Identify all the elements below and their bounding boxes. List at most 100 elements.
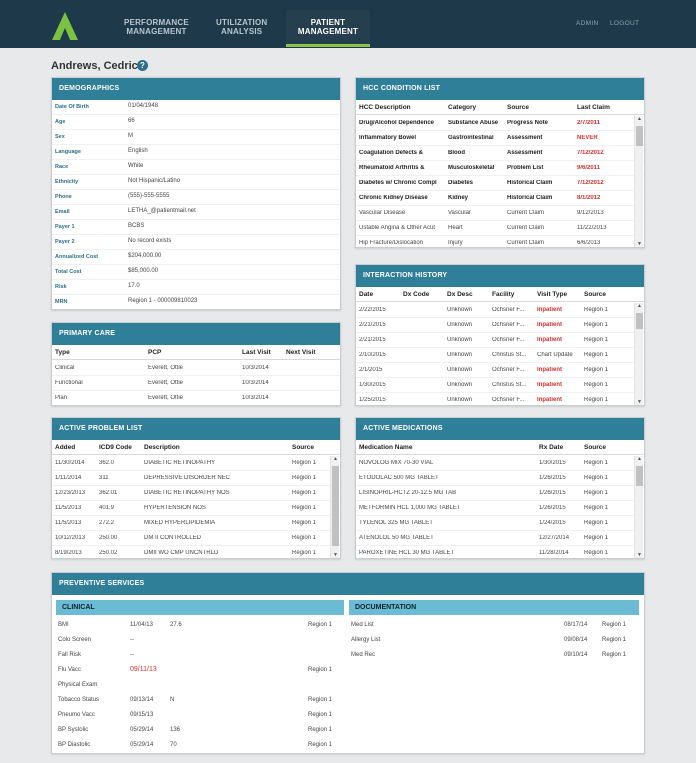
table-row[interactable]: 2/22/2015 Unknown Ochsner F... Inpatient Reg… bbox=[356, 303, 644, 318]
column-header[interactable]: Added bbox=[55, 444, 99, 451]
nav-utilization-analysis[interactable]: UTILIZATION ANALYSIS bbox=[216, 18, 267, 36]
column-header[interactable]: Medication Name bbox=[359, 444, 529, 451]
column-header[interactable]: Description bbox=[144, 444, 284, 451]
table-row[interactable]: 2/21/2015 Unknown Ochsner F... Inpatient Reg… bbox=[356, 318, 644, 333]
documentation-row[interactable]: Med Rec 09/10/14 Region 1 bbox=[52, 648, 644, 663]
scrollbar-thumb[interactable] bbox=[636, 466, 643, 486]
primary-care-panel: PRIMARY CARE Type PCP Last Visit Next Visit… bbox=[51, 322, 341, 406]
table-row[interactable]: Rheumatoid Arthritis & Musculoskeletal Pro… bbox=[356, 161, 644, 176]
column-header[interactable]: Type bbox=[55, 349, 145, 356]
table-row[interactable]: Chronic Kidney Disease Kidney Historical C… bbox=[356, 191, 644, 206]
table-row[interactable]: 1/25/2015 Unknown Ochsner F... Inpatient Reg… bbox=[356, 393, 644, 405]
field-value: LETHA_@patientmail.net bbox=[128, 208, 196, 214]
scrollbar-thumb[interactable] bbox=[636, 313, 643, 329]
preventive-row[interactable]: Physical Exam bbox=[52, 678, 348, 693]
preventive-row[interactable]: BP Diastolic 05/29/14 70 Region 1 bbox=[52, 738, 348, 753]
hcc-scrollbar[interactable]: ▲ ▼ bbox=[634, 116, 643, 247]
scroll-up-icon[interactable]: ▲ bbox=[635, 303, 644, 309]
demographics-row: Payer 1 BCBS bbox=[52, 220, 340, 235]
table-row[interactable]: Ustable Angina & Other Acut Heart Current … bbox=[356, 221, 644, 236]
table-row[interactable]: Hip Fracture/Dislocation Injury Current Cl… bbox=[356, 236, 644, 247]
admin-link[interactable]: ADMIN bbox=[576, 20, 598, 27]
column-header[interactable]: Next Visit bbox=[286, 349, 336, 356]
table-row[interactable]: 12/23/2013 362.01 DIABETIC RETINOPATHY NOS… bbox=[52, 486, 340, 501]
preventive-row[interactable]: Flu Vacc 09/11/13 Region 1 bbox=[52, 663, 348, 678]
table-row[interactable]: 2/1/2015 Unknown Ochsner F... Inpatient Regi… bbox=[356, 363, 644, 378]
table-row[interactable]: 10/12/2013 250.00 DM II CONTROLLED Region 1 bbox=[52, 531, 340, 546]
problem-list-scrollbar[interactable]: ▲ ▼ bbox=[330, 456, 339, 558]
table-cell: 250.02 bbox=[99, 550, 118, 556]
column-header[interactable]: Source bbox=[292, 444, 328, 451]
scroll-up-icon[interactable]: ▲ bbox=[635, 456, 644, 462]
column-header[interactable]: Category bbox=[448, 104, 506, 111]
scroll-down-icon[interactable]: ▼ bbox=[635, 241, 644, 247]
column-header[interactable]: Dx Code bbox=[403, 291, 447, 298]
help-icon[interactable]: ? bbox=[137, 60, 148, 71]
table-row[interactable]: LISINOPRIL-HCTZ 20-12.5 MG TAB 1/26/2015 R… bbox=[356, 486, 644, 501]
column-header[interactable]: HCC Description bbox=[359, 104, 445, 111]
table-row[interactable]: 1/11/2014 311 DEPRESSIVE DISORDER NEC Regio… bbox=[52, 471, 340, 486]
table-header: Type PCP Last Visit Next Visit bbox=[52, 345, 340, 360]
column-header[interactable]: Source bbox=[507, 104, 573, 111]
table-row[interactable]: Coagulation Defects & Blood Assessment 7/12… bbox=[356, 146, 644, 161]
preventive-row[interactable]: Tobacco Status 09/13/14 N Region 1 bbox=[52, 693, 348, 708]
table-row[interactable]: 8/19/2013 250.02 DMII WO CMP UNCNTRLD Regio… bbox=[52, 546, 340, 558]
table-row[interactable]: PAROXETINE HCL 30 MG TABLET 11/28/2014 Reg… bbox=[356, 546, 644, 558]
column-header[interactable]: ICD9 Code bbox=[99, 444, 143, 451]
table-row[interactable]: 2/21/2015 Unknown Ochsner F... Inpatient Reg… bbox=[356, 333, 644, 348]
column-header[interactable]: Rx Date bbox=[539, 444, 585, 451]
scroll-down-icon[interactable]: ▼ bbox=[331, 552, 340, 558]
table-cell: Chart Update bbox=[537, 352, 573, 358]
company-logo-icon[interactable] bbox=[52, 12, 78, 40]
scroll-down-icon[interactable]: ▼ bbox=[635, 552, 644, 558]
scroll-up-icon[interactable]: ▲ bbox=[331, 456, 340, 462]
interaction-scrollbar[interactable]: ▲ ▼ bbox=[634, 303, 643, 405]
nav-performance-management[interactable]: PERFORMANCE MANAGEMENT bbox=[124, 18, 189, 36]
table-row[interactable]: 11/5/2013 272.2 MIXED HYPERLIPIDEMIA Region… bbox=[52, 516, 340, 531]
table-row[interactable]: Drug/Alcohol Dependence Substance Abuse Pr… bbox=[356, 116, 644, 131]
table-row[interactable]: Vascular Disease Vascular Current Claim 9/1… bbox=[356, 206, 644, 221]
medications-scrollbar[interactable]: ▲ ▼ bbox=[634, 456, 643, 558]
table-cell: Region 1 bbox=[584, 397, 609, 403]
preventive-cell: Pneumo Vacc bbox=[58, 712, 95, 718]
column-header[interactable]: Last Claim bbox=[577, 104, 633, 111]
preventive-row[interactable]: BP Systolic 05/29/14 136 Region 1 bbox=[52, 723, 348, 738]
table-row[interactable]: 11/30/2014 362.0 DIABETIC RETINOPATHY Regio… bbox=[52, 456, 340, 471]
table-row[interactable]: Clinical Everett, Ottie 10/3/2014 bbox=[52, 361, 340, 376]
column-header[interactable]: Source bbox=[584, 444, 624, 451]
preventive-cell: 136 bbox=[170, 727, 181, 733]
column-header[interactable]: Facility bbox=[492, 291, 536, 298]
scrollbar-thumb[interactable] bbox=[332, 466, 339, 546]
table-row[interactable]: 1/30/2015 Unknown Christus St... Inpatient R… bbox=[356, 378, 644, 393]
table-cell: Region 1 bbox=[292, 490, 317, 496]
scrollbar-thumb[interactable] bbox=[636, 126, 643, 146]
column-header[interactable]: Dx Desc bbox=[447, 291, 491, 298]
column-header[interactable]: PCP bbox=[148, 349, 238, 356]
table-row[interactable]: 2/10/2015 Unknown Christus St... Chart Upda… bbox=[356, 348, 644, 363]
table-row[interactable]: NOVOLOG MIX 70-30 VIAL 1/30/2015 Region 1 bbox=[356, 456, 644, 471]
scroll-up-icon[interactable]: ▲ bbox=[635, 116, 644, 122]
table-cell: 8/19/2013 bbox=[55, 550, 82, 556]
table-row[interactable]: METFORMIN HCL 1,000 MG TABLET 1/26/2015 Re… bbox=[356, 501, 644, 516]
table-row[interactable]: Inflammatory Bowel Gastrointestinal Assess… bbox=[356, 131, 644, 146]
column-header[interactable]: Visit Type bbox=[537, 291, 583, 298]
column-header[interactable]: Last Visit bbox=[242, 349, 286, 356]
table-row[interactable]: TYLENOL 325 MG TABLET 1/24/2015 Region 1 bbox=[356, 516, 644, 531]
panel-title: INTERACTION HISTORY bbox=[356, 265, 644, 287]
logout-link[interactable]: LOGOUT bbox=[610, 20, 639, 27]
table-row[interactable]: 11/5/2013 401.9 HYPERTENSION NOS Region 1 bbox=[52, 501, 340, 516]
column-header[interactable]: Source bbox=[584, 291, 624, 298]
table-row[interactable]: Functional Everett, Ottie 10/3/2014 bbox=[52, 376, 340, 391]
table-row[interactable]: ETODOLAC 500 MG TABLET 1/26/2015 Region 1 bbox=[356, 471, 644, 486]
scroll-down-icon[interactable]: ▼ bbox=[635, 399, 644, 405]
column-header[interactable]: Date bbox=[359, 291, 403, 298]
preventive-row[interactable]: Pneumo Vacc 09/15/13 Region 1 bbox=[52, 708, 348, 723]
table-cell: Problem List bbox=[507, 165, 544, 171]
table-cell: 10/3/2014 bbox=[242, 365, 269, 371]
table-row[interactable]: ATENOLOL 50 MG TABLET 12/27/2014 Region 1 bbox=[356, 531, 644, 546]
table-row[interactable]: Diabetes w/ Chronic Compl Diabetes Histori… bbox=[356, 176, 644, 191]
documentation-row[interactable]: Allergy List 09/08/14 Region 1 bbox=[52, 633, 644, 648]
documentation-row[interactable]: Med List 08/17/14 Region 1 bbox=[52, 618, 644, 633]
table-row[interactable]: Plan Everett, Ottie 10/3/2014 bbox=[52, 391, 340, 405]
nav-patient-management[interactable]: PATIENT MANAGEMENT bbox=[286, 10, 370, 47]
